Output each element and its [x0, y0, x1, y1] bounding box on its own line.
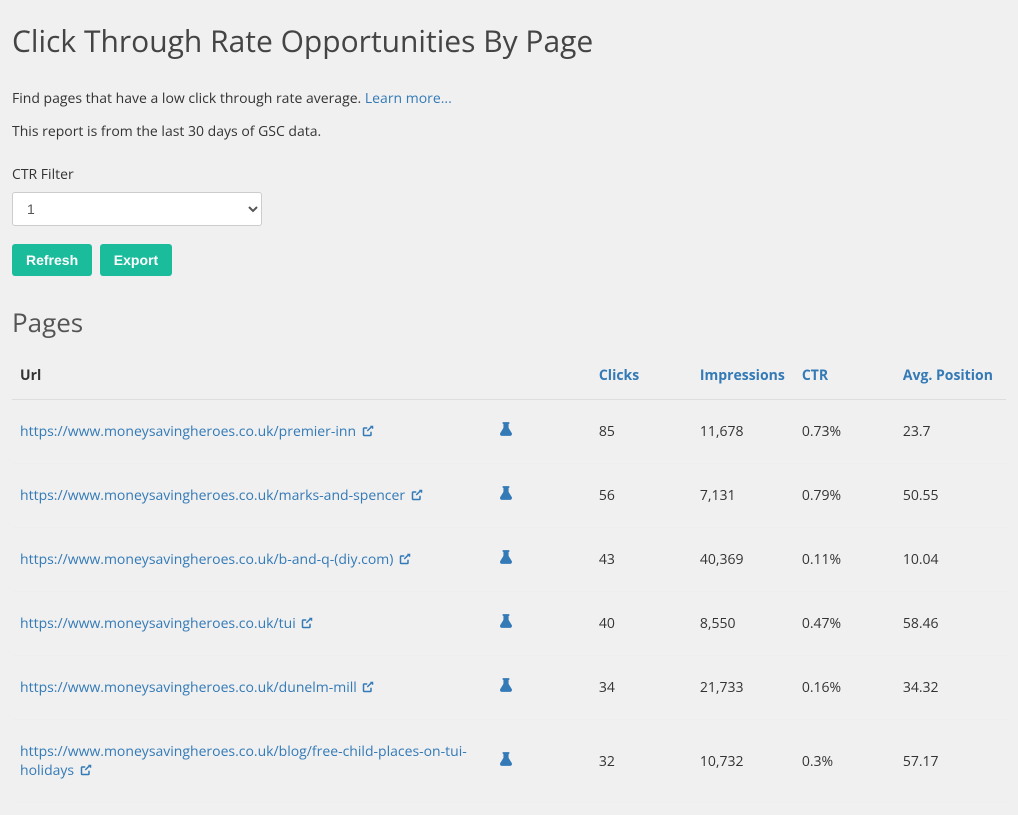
cell-ctr: 0.11%: [794, 528, 895, 592]
report-range-text: This report is from the last 30 days of …: [12, 122, 1006, 141]
table-row: https://www.moneysavingheroes.co.uk/b-an…: [12, 528, 1006, 592]
cell-impressions: 21,733: [692, 656, 794, 720]
pages-table: Url Clicks Impressions CTR Avg. Position…: [12, 352, 1006, 803]
cell-position: 57.17: [895, 720, 1006, 803]
col-header-url[interactable]: Url: [12, 352, 492, 400]
page-url-link[interactable]: https://www.moneysavingheroes.co.uk/prem…: [20, 422, 356, 441]
page-title: Click Through Rate Opportunities By Page: [12, 20, 1006, 61]
cell-ctr: 0.16%: [794, 656, 895, 720]
cell-ctr: 0.79%: [794, 464, 895, 528]
col-header-position[interactable]: Avg. Position: [895, 352, 1006, 400]
page-url-link[interactable]: https://www.moneysavingheroes.co.uk/dune…: [20, 678, 357, 697]
table-row: https://www.moneysavingheroes.co.uk/dune…: [12, 656, 1006, 720]
flask-icon[interactable]: [500, 614, 512, 628]
ctr-filter-select[interactable]: 1: [12, 192, 262, 226]
external-link-icon[interactable]: [362, 425, 374, 437]
table-row: https://www.moneysavingheroes.co.uk/tui …: [12, 592, 1006, 656]
col-header-impressions[interactable]: Impressions: [692, 352, 794, 400]
refresh-button[interactable]: Refresh: [12, 244, 92, 276]
cell-impressions: 7,131: [692, 464, 794, 528]
cell-ctr: 0.3%: [794, 720, 895, 803]
section-heading: Pages: [12, 304, 1006, 340]
cell-clicks: 85: [591, 400, 692, 464]
learn-more-link[interactable]: Learn more...: [365, 89, 452, 108]
col-header-clicks[interactable]: Clicks: [591, 352, 692, 400]
cell-impressions: 40,369: [692, 528, 794, 592]
ctr-filter-label: CTR Filter: [12, 165, 1006, 184]
table-row: https://www.moneysavingheroes.co.uk/prem…: [12, 400, 1006, 464]
external-link-icon[interactable]: [362, 681, 374, 693]
flask-icon[interactable]: [500, 752, 512, 766]
external-link-icon[interactable]: [80, 764, 92, 776]
cell-clicks: 32: [591, 720, 692, 803]
table-row: https://www.moneysavingheroes.co.uk/mark…: [12, 464, 1006, 528]
cell-impressions: 8,550: [692, 592, 794, 656]
flask-icon[interactable]: [500, 550, 512, 564]
cell-impressions: 11,678: [692, 400, 794, 464]
cell-ctr: 0.73%: [794, 400, 895, 464]
cell-position: 10.04: [895, 528, 1006, 592]
page-url-link[interactable]: https://www.moneysavingheroes.co.uk/tui: [20, 614, 296, 633]
table-row: https://www.moneysavingheroes.co.uk/blog…: [12, 720, 1006, 803]
flask-icon[interactable]: [500, 486, 512, 500]
flask-icon[interactable]: [500, 422, 512, 436]
flask-icon[interactable]: [500, 678, 512, 692]
cell-clicks: 34: [591, 656, 692, 720]
cell-clicks: 56: [591, 464, 692, 528]
external-link-icon[interactable]: [399, 553, 411, 565]
cell-clicks: 43: [591, 528, 692, 592]
export-button[interactable]: Export: [100, 244, 172, 276]
cell-ctr: 0.47%: [794, 592, 895, 656]
page-url-link[interactable]: https://www.moneysavingheroes.co.uk/mark…: [20, 486, 405, 505]
intro-copy: Find pages that have a low click through…: [12, 89, 365, 108]
col-header-flask: [492, 352, 591, 400]
cell-position: 23.7: [895, 400, 1006, 464]
cell-position: 50.55: [895, 464, 1006, 528]
cell-position: 34.32: [895, 656, 1006, 720]
cell-clicks: 40: [591, 592, 692, 656]
cell-position: 58.46: [895, 592, 1006, 656]
cell-impressions: 10,732: [692, 720, 794, 803]
page-url-link[interactable]: https://www.moneysavingheroes.co.uk/b-an…: [20, 550, 393, 569]
external-link-icon[interactable]: [411, 489, 423, 501]
external-link-icon[interactable]: [301, 617, 313, 629]
intro-text: Find pages that have a low click through…: [12, 89, 1006, 108]
col-header-ctr[interactable]: CTR: [794, 352, 895, 400]
